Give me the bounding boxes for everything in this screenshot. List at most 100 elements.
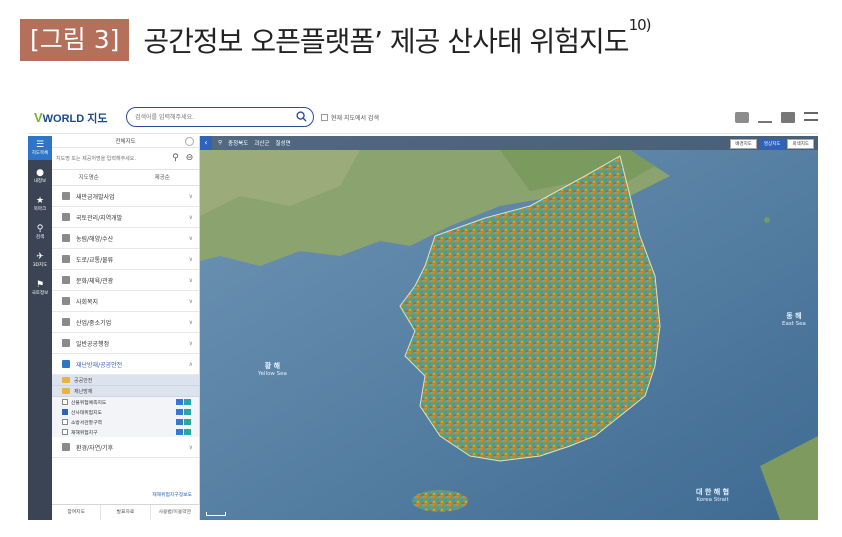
legend-link[interactable]: 재해위험지구정보도 xyxy=(52,491,200,498)
category-transport[interactable]: 도로/교통/물류 ∨ xyxy=(52,249,199,270)
category-disaster-safety[interactable]: 재난방재/공공안전 ∧ xyxy=(52,354,199,375)
layer-wildfire-risk[interactable]: 산불위험예측지도 xyxy=(52,397,199,407)
chevron-down-icon: ∨ xyxy=(188,340,193,347)
tab-by-provider[interactable]: 제공순 xyxy=(126,170,200,185)
basemap-base[interactable]: 배경지도 xyxy=(730,139,757,149)
category-icon xyxy=(62,234,70,242)
menu-icon[interactable] xyxy=(804,112,818,121)
figure-title: 공간정보 오픈플랫폼’ 제공 산사태 위험지도10) xyxy=(143,16,651,58)
category-welfare[interactable]: 사회복지 ∨ xyxy=(52,291,199,312)
vworld-logo[interactable]: VWORLD 지도 xyxy=(34,110,108,126)
reset-icon[interactable]: ⊖ xyxy=(184,153,195,164)
info-icon[interactable] xyxy=(176,409,183,415)
figure-tag: [그림 3] xyxy=(20,19,130,61)
legend-icon[interactable] xyxy=(184,419,191,425)
info-icon[interactable] xyxy=(176,419,183,425)
map-view[interactable]: ‹ ⚲ 충청북도 괴산군 칠성면 배경지도 영상지도 회색지도 황 해 Yello… xyxy=(200,136,818,520)
chevron-up-icon: ∧ xyxy=(188,361,193,368)
category-icon xyxy=(62,318,70,326)
category-icon xyxy=(62,213,70,221)
category-saemangeum[interactable]: 새만금개발사업 ∨ xyxy=(52,186,199,207)
basemap-gray[interactable]: 회색지도 xyxy=(787,139,814,149)
legend-icon[interactable] xyxy=(184,429,191,435)
icon-rail: ☰ 지도목록 ● 내정보 ★ 북마크 ⚲ 검색 ✈ 3D지도 ⚑ 국토정보 xyxy=(28,136,52,520)
search-icon[interactable]: ⚲ xyxy=(170,153,181,164)
category-land-management[interactable]: 국토관리/지역개발 ∨ xyxy=(52,207,199,228)
current-map-search-checkbox[interactable]: 현재 지도에서 검색 xyxy=(321,113,379,122)
flag-icon: ⚑ xyxy=(35,280,45,290)
folder-icon xyxy=(62,377,70,383)
category-icon xyxy=(62,276,70,284)
chevron-down-icon: ∨ xyxy=(188,319,193,326)
legend-icon[interactable] xyxy=(184,409,191,415)
category-industry[interactable]: 산업/중소기업 ∨ xyxy=(52,312,199,333)
rail-item-bookmark[interactable]: ★ 북마크 xyxy=(28,192,52,216)
rail-item-3d[interactable]: ✈ 3D지도 xyxy=(28,248,52,272)
panel-tabs: 지도명순 제공순 xyxy=(52,170,199,186)
tab-by-name[interactable]: 지도명순 xyxy=(52,170,126,185)
plane-icon: ✈ xyxy=(36,252,44,262)
checkbox[interactable] xyxy=(62,419,68,425)
category-icon xyxy=(62,192,70,200)
chevron-down-icon: ∨ xyxy=(188,256,193,263)
category-environment[interactable]: 환경/자연/기후 ∨ xyxy=(52,437,199,458)
layers-icon: ☰ xyxy=(35,140,45,150)
footer-tab-materials[interactable]: 발표자료 xyxy=(101,505,151,520)
folder-disaster-prevention[interactable]: 재난방재 xyxy=(52,386,199,397)
search-icon[interactable] xyxy=(296,111,307,122)
mail-icon[interactable] xyxy=(735,112,749,123)
toolbar xyxy=(726,112,818,123)
breadcrumb-province[interactable]: 충청북도 xyxy=(228,139,248,147)
yellow-sea-label: 황 해 Yellow Sea xyxy=(258,362,287,377)
layer-disaster-risk-zone[interactable]: 재해위험지구 xyxy=(52,427,199,437)
chevron-down-icon: ∨ xyxy=(188,298,193,305)
category-icon xyxy=(62,297,70,305)
scale-bar xyxy=(206,512,226,516)
breadcrumb-town[interactable]: 칠성면 xyxy=(275,139,290,147)
top-bar: VWORLD 지도 현재 지도에서 검색 xyxy=(28,100,818,134)
category-icon xyxy=(62,339,70,347)
east-sea-label: 동 해 East Sea xyxy=(782,312,806,327)
footer-tab-participation[interactable]: 참여지도 xyxy=(52,505,102,520)
rail-item-land[interactable]: ⚑ 국토정보 xyxy=(28,276,52,300)
checkbox[interactable] xyxy=(62,399,68,405)
rail-item-map-list[interactable]: ☰ 지도목록 xyxy=(28,136,52,160)
star-icon: ★ xyxy=(35,196,45,206)
category-administration[interactable]: 일반공공행정 ∨ xyxy=(52,333,199,354)
info-icon[interactable] xyxy=(176,399,183,405)
chevron-left-icon[interactable]: ‹ xyxy=(200,136,212,150)
location-breadcrumb: ‹ ⚲ 충청북도 괴산군 칠성면 xyxy=(200,136,818,150)
download-icon[interactable] xyxy=(758,112,772,123)
category-agriculture[interactable]: 농림/해양/수산 ∨ xyxy=(52,228,199,249)
folder-icon xyxy=(62,388,70,394)
search-icon: ⚲ xyxy=(36,224,44,234)
footnote-ref: 10) xyxy=(628,16,652,34)
legend-icon[interactable] xyxy=(184,399,191,405)
rail-item-my-info[interactable]: ● 내정보 xyxy=(28,164,52,188)
folder-public-safety[interactable]: 공공안전 xyxy=(52,375,199,386)
search-input[interactable] xyxy=(135,112,285,122)
category-culture[interactable]: 문화/체육/관광 ∨ xyxy=(52,270,199,291)
map-search-input[interactable] xyxy=(56,151,167,166)
layer-landslide-risk[interactable]: 산사태위험지도 xyxy=(52,407,199,417)
vworld-app: VWORLD 지도 현재 지도에서 검색 ☰지도목록 ●내정보 ★북마크 ⚲검색… xyxy=(28,100,818,520)
korea-strait-label: 대 한 해 협 Korea Strait xyxy=(696,488,730,503)
map-canvas xyxy=(200,136,818,520)
person-icon: ● xyxy=(36,168,44,178)
layer-fire-station-area[interactable]: 소방서관할구역 xyxy=(52,417,199,427)
panel-header: 전체지도 xyxy=(52,136,199,148)
chevron-down-icon: ∨ xyxy=(188,235,193,242)
basemap-switcher: 배경지도 영상지도 회색지도 xyxy=(728,139,814,149)
search-box xyxy=(126,107,314,127)
footer-tab-usage[interactable]: 사용법/이용약관 xyxy=(151,505,200,520)
checkbox[interactable] xyxy=(62,429,68,435)
category-icon xyxy=(62,443,70,451)
basemap-satellite[interactable]: 영상지도 xyxy=(758,139,786,149)
checkbox-checked[interactable] xyxy=(62,409,68,415)
info-icon[interactable] xyxy=(176,429,183,435)
breadcrumb-county[interactable]: 괴산군 xyxy=(254,139,269,147)
settings-icon[interactable] xyxy=(185,137,194,146)
location-pin-icon: ⚲ xyxy=(218,140,223,146)
print-icon[interactable] xyxy=(781,112,795,123)
rail-item-search[interactable]: ⚲ 검색 xyxy=(28,220,52,244)
